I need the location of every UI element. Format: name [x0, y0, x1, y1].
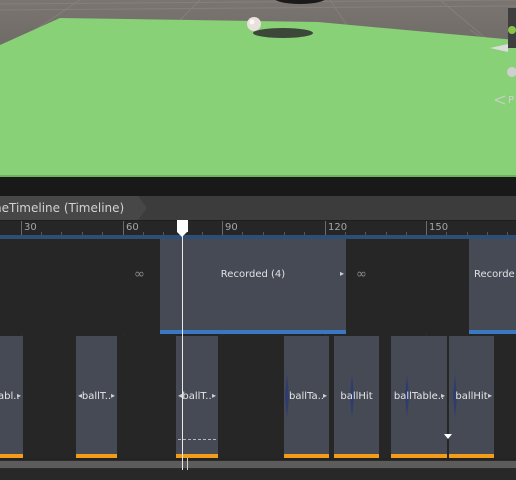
view-separator — [0, 177, 516, 196]
clip-right-arrow-icon: ▸ — [211, 391, 216, 400]
clip-trim-arrow-icon: ▸ — [339, 269, 344, 278]
ruler-tick — [123, 221, 124, 236]
recorded-clip-label: Recorded (4) — [220, 269, 286, 280]
ruler-tick — [21, 221, 22, 236]
playhead-line[interactable] — [182, 232, 183, 470]
clip-bar — [449, 454, 494, 458]
recorded-clip[interactable]: Recorded (4) ▸ — [160, 239, 346, 334]
audio-clip[interactable]: abl.. ▸ — [0, 336, 23, 458]
ruler-label-60: 60 — [126, 222, 139, 233]
clip-right-arrow-icon: ▸ — [16, 391, 21, 400]
clip-bar — [76, 454, 117, 458]
horizontal-scrollbar[interactable] — [0, 460, 516, 469]
audio-clip[interactable]: ballHit ▸ — [449, 336, 494, 458]
bottom-strip — [0, 469, 516, 480]
clip-bar — [0, 454, 23, 458]
audio-clip[interactable]: ◂ ballT.. ▸ — [76, 336, 117, 458]
scene-canvas: P — [0, 0, 516, 177]
ruler-label-30: 30 — [24, 222, 37, 233]
animation-track[interactable]: ∞ Recorded (4) ▸ ∞ Recorde — [0, 239, 516, 334]
ruler-tick — [426, 221, 427, 236]
scrollbar-thumb[interactable] — [0, 461, 516, 468]
clip-bar — [284, 454, 329, 458]
playhead-tip-icon — [177, 232, 187, 237]
ruler-label-90: 90 — [225, 222, 238, 233]
clip-bar — [391, 454, 447, 458]
clip-right-arrow-icon: ▸ — [440, 391, 445, 400]
marker-icon[interactable] — [444, 434, 452, 439]
audio-clip[interactable]: ballTable.. ▸ — [391, 336, 447, 458]
scene-view[interactable]: P — [0, 0, 516, 177]
loop-icon: ∞ — [134, 267, 145, 282]
clip-bar — [469, 330, 516, 334]
audio-track[interactable]: abl.. ▸ ◂ ballT.. ▸ ◂ ballT.. ▸ ballTa..… — [0, 336, 516, 458]
clip-bar — [334, 454, 379, 458]
audio-clip[interactable]: ballTa.. ▸ — [284, 336, 329, 458]
timeline-header: neTimeline (Timeline) — [0, 196, 516, 221]
clip-right-arrow-icon: ▸ — [110, 391, 115, 400]
ruler-tick — [325, 221, 326, 236]
audio-clip[interactable]: ballHit — [334, 336, 379, 458]
recorded-clip[interactable]: Recorde — [469, 239, 516, 334]
breadcrumb-arrow — [138, 196, 148, 220]
clip-right-arrow-icon: ▸ — [322, 391, 327, 400]
playhead-handle[interactable] — [177, 220, 188, 232]
clip-right-arrow-icon: ▸ — [487, 391, 492, 400]
clip-blend-dashes — [178, 439, 216, 440]
timeline-tracks: ∞ Recorded (4) ▸ ∞ Recorde abl.. ▸ ◂ bal… — [0, 239, 516, 458]
breadcrumb-label: neTimeline (Timeline) — [0, 201, 125, 215]
time-ruler[interactable]: 30 60 90 120 150 — [0, 221, 516, 236]
clip-bar — [160, 330, 346, 334]
gizmo-label: P — [508, 95, 514, 106]
loop-icon: ∞ — [356, 267, 367, 282]
audio-clip-label: ballTable.. — [393, 391, 445, 402]
audio-clip-label: ballHit — [340, 391, 373, 402]
ruler-tick — [222, 221, 223, 236]
breadcrumb[interactable]: neTimeline (Timeline) — [0, 196, 148, 220]
scroll-position-notch — [187, 458, 188, 470]
recorded-clip-label: Recorde — [474, 269, 515, 280]
